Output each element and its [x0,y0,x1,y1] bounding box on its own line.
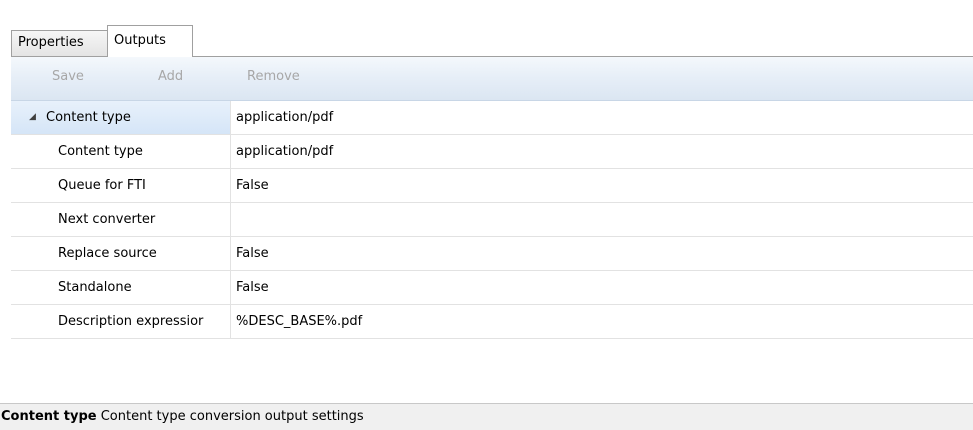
property-row-standalone[interactable]: Standalone False [11,271,973,305]
property-name: Content type [58,144,143,159]
property-value[interactable]: False [232,271,973,304]
property-name-cell[interactable]: Content type [11,135,231,168]
toolbar: Save Add Remove [11,57,973,101]
property-value[interactable]: False [232,169,973,202]
tab-properties[interactable]: Properties [11,30,108,56]
property-name-cell[interactable]: Description expressior [11,305,231,338]
property-name-cell[interactable]: Next converter [11,203,231,236]
property-name: Replace source [58,246,157,261]
tab-strip: Properties Outputs [0,0,973,57]
property-name-cell[interactable]: Replace source [11,237,231,270]
property-name: Next converter [58,212,156,227]
save-button[interactable]: Save [52,69,84,84]
property-value[interactable]: application/pdf [232,135,973,168]
property-name: Standalone [58,280,132,295]
property-value[interactable]: %DESC_BASE%.pdf [232,305,973,338]
add-button[interactable]: Add [158,69,183,84]
property-value[interactable] [232,203,973,236]
description-title: Content type [1,409,97,424]
property-name-cell[interactable]: ◢ Content type [11,101,231,134]
property-row-next-converter[interactable]: Next converter [11,203,973,237]
description-text: Content type conversion output settings [100,409,364,424]
triangle-expanded-icon[interactable]: ◢ [29,101,36,134]
property-row-queue-for-fti[interactable]: Queue for FTI False [11,169,973,203]
property-name: Description expressior [58,314,204,329]
property-name: Content type [46,110,131,125]
tab-properties-label: Properties [18,35,84,50]
property-value[interactable]: False [232,237,973,270]
remove-button[interactable]: Remove [247,69,300,84]
property-row-replace-source[interactable]: Replace source False [11,237,973,271]
property-value[interactable]: application/pdf [232,101,973,134]
tab-outputs-label: Outputs [114,33,166,48]
property-name-cell[interactable]: Queue for FTI [11,169,231,202]
description-panel: Content type Content type conversion out… [0,403,973,430]
property-row-description-expression[interactable]: Description expressior %DESC_BASE%.pdf [11,305,973,339]
tab-outputs[interactable]: Outputs [107,25,193,57]
property-name: Queue for FTI [58,178,146,193]
property-name-cell[interactable]: Standalone [11,271,231,304]
property-row-content-type-group[interactable]: ◢ Content type application/pdf [11,101,973,135]
property-row-content-type[interactable]: Content type application/pdf [11,135,973,169]
